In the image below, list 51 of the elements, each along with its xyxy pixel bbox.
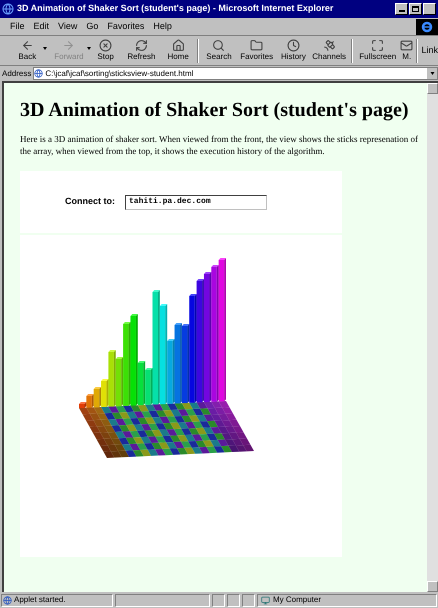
menu-item[interactable]: View <box>58 20 78 34</box>
toolbar-button[interactable]: Stop <box>91 36 120 64</box>
menu-item[interactable]: Go <box>86 20 98 34</box>
browser-icon <box>2 3 14 15</box>
back-arrow-icon <box>20 39 34 52</box>
computer-icon <box>261 596 270 604</box>
close-button[interactable] <box>423 3 436 15</box>
forward-arrow-icon <box>62 39 76 52</box>
clock-icon <box>286 39 300 52</box>
dropdown-button[interactable] <box>427 68 437 79</box>
page-icon <box>3 596 12 604</box>
menu-item[interactable]: Edit <box>34 20 50 34</box>
toolbar-button[interactable]: Home <box>162 36 194 64</box>
address-field[interactable]: C:\jcaf\jcaf\sorting\sticksview-student.html <box>33 67 438 80</box>
scrollbar[interactable] <box>427 83 438 592</box>
stop-icon <box>99 39 112 52</box>
toolbar-button[interactable]: Refresh <box>120 36 163 64</box>
folder-icon <box>250 39 264 52</box>
logo-icon <box>416 18 438 34</box>
toolbar-button[interactable]: Fullscreen <box>356 36 400 64</box>
menu-item[interactable]: Favorites <box>107 20 144 34</box>
menu-item[interactable]: File <box>10 20 25 34</box>
minimize-button[interactable] <box>395 3 408 15</box>
intro-paragraph: Here is a 3D animation of shaker sort. When viewed from the front, the view shows the sticks represenation of the array, when viewed from the top, it shows the execution history of the algorithm. <box>20 133 419 157</box>
toolbar-button[interactable]: Favorites <box>236 36 277 64</box>
satellite-icon <box>322 39 336 52</box>
page-heading: 3D Animation of Shaker Sort (student's page) <box>20 98 410 123</box>
home-icon <box>172 39 185 52</box>
status-pane <box>212 594 225 606</box>
fullscreen-icon <box>371 39 384 52</box>
menu-item[interactable]: Help <box>153 20 172 34</box>
caret-icon <box>430 72 434 75</box>
toolbar-button[interactable]: Channels <box>310 36 348 64</box>
status-pane <box>242 594 255 606</box>
status-pane <box>227 594 240 606</box>
connect-field[interactable]: tahiti.pa.dec.com <box>125 194 267 210</box>
status-message: Applet started. <box>14 594 66 606</box>
zone-label: My Computer <box>273 594 322 606</box>
mail-icon <box>400 39 414 52</box>
maximize-button[interactable] <box>409 3 422 15</box>
toolbar-button[interactable]: Search <box>202 36 236 64</box>
refresh-icon <box>134 39 148 52</box>
search-icon <box>212 39 226 52</box>
toolbar-button[interactable]: M. <box>399 36 414 64</box>
window-title: 3D Animation of Shaker Sort (student's page) - Microsoft Internet Explorer <box>17 2 334 16</box>
page-icon <box>34 69 44 78</box>
connect-label: Connect to: <box>65 195 115 208</box>
toolbar-button[interactable]: History <box>276 36 310 64</box>
links-label[interactable]: Link <box>418 44 438 58</box>
toolbar-button[interactable]: Back <box>8 36 47 64</box>
address-label: Address <box>2 68 32 80</box>
